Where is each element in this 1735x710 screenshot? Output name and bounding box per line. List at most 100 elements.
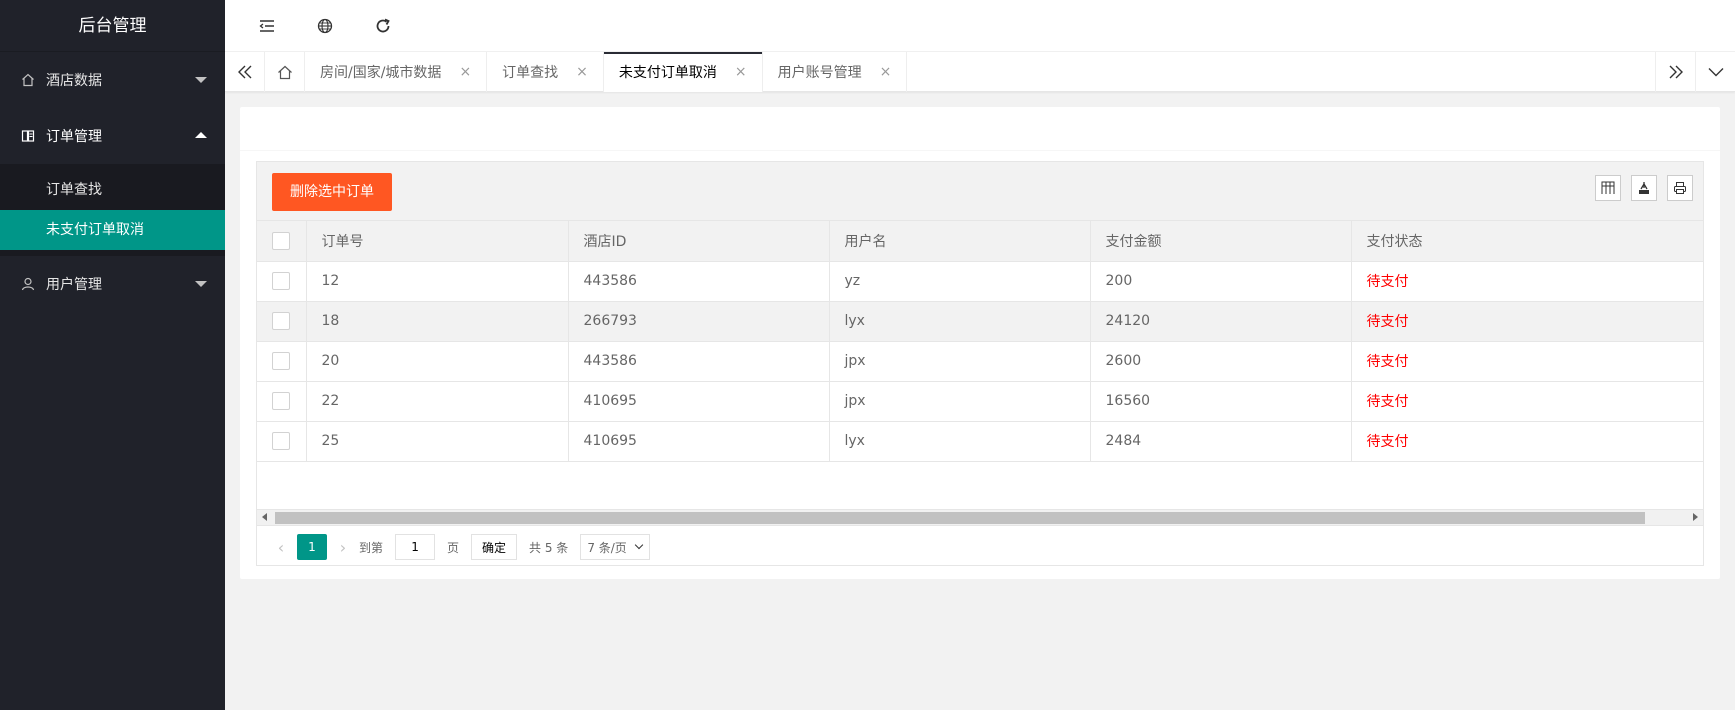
sidebar-item-label: 酒店数据 xyxy=(46,73,102,89)
table-row[interactable]: 12 443586 yz 200 待支付 xyxy=(257,261,1703,302)
goto-page-input[interactable] xyxy=(395,534,436,560)
tab-user-account[interactable]: 用户账号管理 × xyxy=(763,52,908,92)
scrollbar-thumb[interactable] xyxy=(275,511,1645,524)
sidebar-item-hotel-data[interactable]: 酒店数据 xyxy=(0,52,225,108)
card-header xyxy=(240,107,1720,151)
column-header-status[interactable]: 支付状态 xyxy=(1351,221,1703,262)
table-row[interactable]: 25 410695 lyx 2484 待支付 xyxy=(257,421,1703,462)
row-select-cell xyxy=(257,341,307,382)
tabs-spacer xyxy=(907,52,1655,91)
tabs-menu-chevron-down-icon[interactable] xyxy=(1695,52,1735,92)
cell-amount: 2600 xyxy=(1090,341,1352,382)
tabs-scroll-right-icon[interactable] xyxy=(1655,52,1695,92)
refresh-icon[interactable] xyxy=(371,14,395,38)
goto-confirm-button[interactable]: 确定 xyxy=(471,534,518,560)
cell-hotel-id: 410695 xyxy=(568,381,830,422)
column-header-order-id[interactable]: 订单号 xyxy=(306,221,569,262)
columns-filter-icon[interactable] xyxy=(1595,175,1621,201)
table-header-row: 订单号 酒店ID 用户名 支付金额 支付状态 xyxy=(257,221,1703,262)
row-select-cell xyxy=(257,301,307,342)
cell-order-id: 25 xyxy=(306,421,569,462)
cell-username: jpx xyxy=(829,381,1091,422)
row-checkbox[interactable] xyxy=(272,312,290,330)
sidebar: 后台管理 酒店数据 订单管理 订单查找 未支付订单取消 用户管理 xyxy=(0,0,225,710)
tab-label: 订单查找 xyxy=(502,65,559,81)
horizontal-scrollbar[interactable] xyxy=(257,508,1703,525)
table-row[interactable]: 22 410695 jpx 16560 待支付 xyxy=(257,381,1703,422)
goto-label: 到第 xyxy=(359,540,384,555)
print-icon[interactable] xyxy=(1667,175,1693,201)
close-icon[interactable]: × xyxy=(459,64,471,80)
table-toolbar: 删除选中订单 xyxy=(257,162,1703,221)
tab-unpaid-order-cancel[interactable]: 未支付订单取消 × xyxy=(603,52,763,92)
chevron-down-icon xyxy=(195,77,207,83)
home-icon xyxy=(277,65,292,79)
cell-status: 待支付 xyxy=(1351,341,1703,382)
row-select-cell xyxy=(257,261,307,302)
order-table: 订单号 酒店ID 用户名 支付金额 支付状态 12 443586 yz 200 … xyxy=(257,221,1703,462)
cell-username: lyx xyxy=(829,301,1091,342)
tabs-scroll-left-icon[interactable] xyxy=(225,52,265,92)
menu-fold-icon[interactable] xyxy=(255,14,279,38)
tab-order-search[interactable]: 订单查找 × xyxy=(487,52,604,92)
cell-status: 待支付 xyxy=(1351,421,1703,462)
scroll-right-arrow-icon[interactable] xyxy=(1693,512,1698,521)
table-row[interactable]: 18 266793 lyx 24120 待支付 xyxy=(257,301,1703,342)
chevron-down-icon xyxy=(634,540,644,550)
content-card: 删除选中订单 订单号 酒店ID 用户名 支付金额 支付状态 12 443586 … xyxy=(240,107,1720,579)
row-checkbox[interactable] xyxy=(272,392,290,410)
tab-list: 房间/国家/城市数据 × 订单查找 × 未支付订单取消 × 用户账号管理 × xyxy=(305,52,1655,92)
export-icon[interactable] xyxy=(1631,175,1657,201)
cell-order-id: 12 xyxy=(306,261,569,302)
cell-status: 待支付 xyxy=(1351,261,1703,302)
chevron-up-icon xyxy=(195,132,207,138)
cell-amount: 24120 xyxy=(1090,301,1352,342)
tab-room-country-city[interactable]: 房间/国家/城市数据 × xyxy=(305,52,488,92)
sidebar-item-label: 用户管理 xyxy=(46,277,102,293)
row-checkbox[interactable] xyxy=(272,272,290,290)
tabs-bar: 房间/国家/城市数据 × 订单查找 × 未支付订单取消 × 用户账号管理 × xyxy=(225,52,1735,92)
app-title: 后台管理 xyxy=(0,0,225,52)
table-empty-space xyxy=(257,462,1703,509)
cell-amount: 2484 xyxy=(1090,421,1352,462)
row-checkbox[interactable] xyxy=(272,432,290,450)
cell-order-id: 18 xyxy=(306,301,569,342)
cell-username: yz xyxy=(829,261,1091,302)
cell-status: 待支付 xyxy=(1351,301,1703,342)
column-header-hotel-id[interactable]: 酒店ID xyxy=(568,221,830,262)
tab-home[interactable] xyxy=(265,52,305,92)
globe-icon[interactable] xyxy=(313,14,337,38)
column-header-amount[interactable]: 支付金额 xyxy=(1090,221,1352,262)
cell-hotel-id: 410695 xyxy=(568,421,830,462)
close-icon[interactable]: × xyxy=(735,64,747,80)
page-button-current[interactable]: 1 xyxy=(297,534,327,560)
close-icon[interactable]: × xyxy=(880,64,892,80)
tab-label: 房间/国家/城市数据 xyxy=(320,65,442,81)
table-row[interactable]: 20 443586 jpx 2600 待支付 xyxy=(257,341,1703,382)
scroll-left-arrow-icon[interactable] xyxy=(262,512,267,521)
next-page-icon[interactable]: › xyxy=(333,538,353,557)
column-header-username[interactable]: 用户名 xyxy=(829,221,1091,262)
tab-label: 未支付订单取消 xyxy=(618,65,717,81)
select-all-checkbox[interactable] xyxy=(272,231,290,250)
sidebar-item-label: 订单管理 xyxy=(46,129,102,145)
book-icon xyxy=(20,128,36,144)
order-table-container: 删除选中订单 订单号 酒店ID 用户名 支付金额 支付状态 12 443586 … xyxy=(256,161,1704,566)
delete-selected-orders-button[interactable]: 删除选中订单 xyxy=(272,173,392,211)
row-checkbox[interactable] xyxy=(272,352,290,370)
close-icon[interactable]: × xyxy=(576,64,588,80)
cell-amount: 16560 xyxy=(1090,381,1352,422)
cell-hotel-id: 443586 xyxy=(568,261,830,302)
cell-hotel-id: 266793 xyxy=(568,301,830,342)
row-select-cell xyxy=(257,421,307,462)
cell-username: lyx xyxy=(829,421,1091,462)
sidebar-item-order-search[interactable]: 订单查找 xyxy=(0,170,225,210)
prev-page-icon[interactable]: ‹ xyxy=(271,538,291,557)
cell-amount: 200 xyxy=(1090,261,1352,302)
sidebar-item-order-management[interactable]: 订单管理 xyxy=(0,108,225,164)
page-unit-label: 页 xyxy=(447,540,460,555)
sidebar-item-unpaid-order-cancel[interactable]: 未支付订单取消 xyxy=(0,210,225,250)
page-size-select[interactable]: 7 条/页 xyxy=(580,534,650,560)
sidebar-item-user-management[interactable]: 用户管理 xyxy=(0,256,225,312)
cell-username: jpx xyxy=(829,341,1091,382)
